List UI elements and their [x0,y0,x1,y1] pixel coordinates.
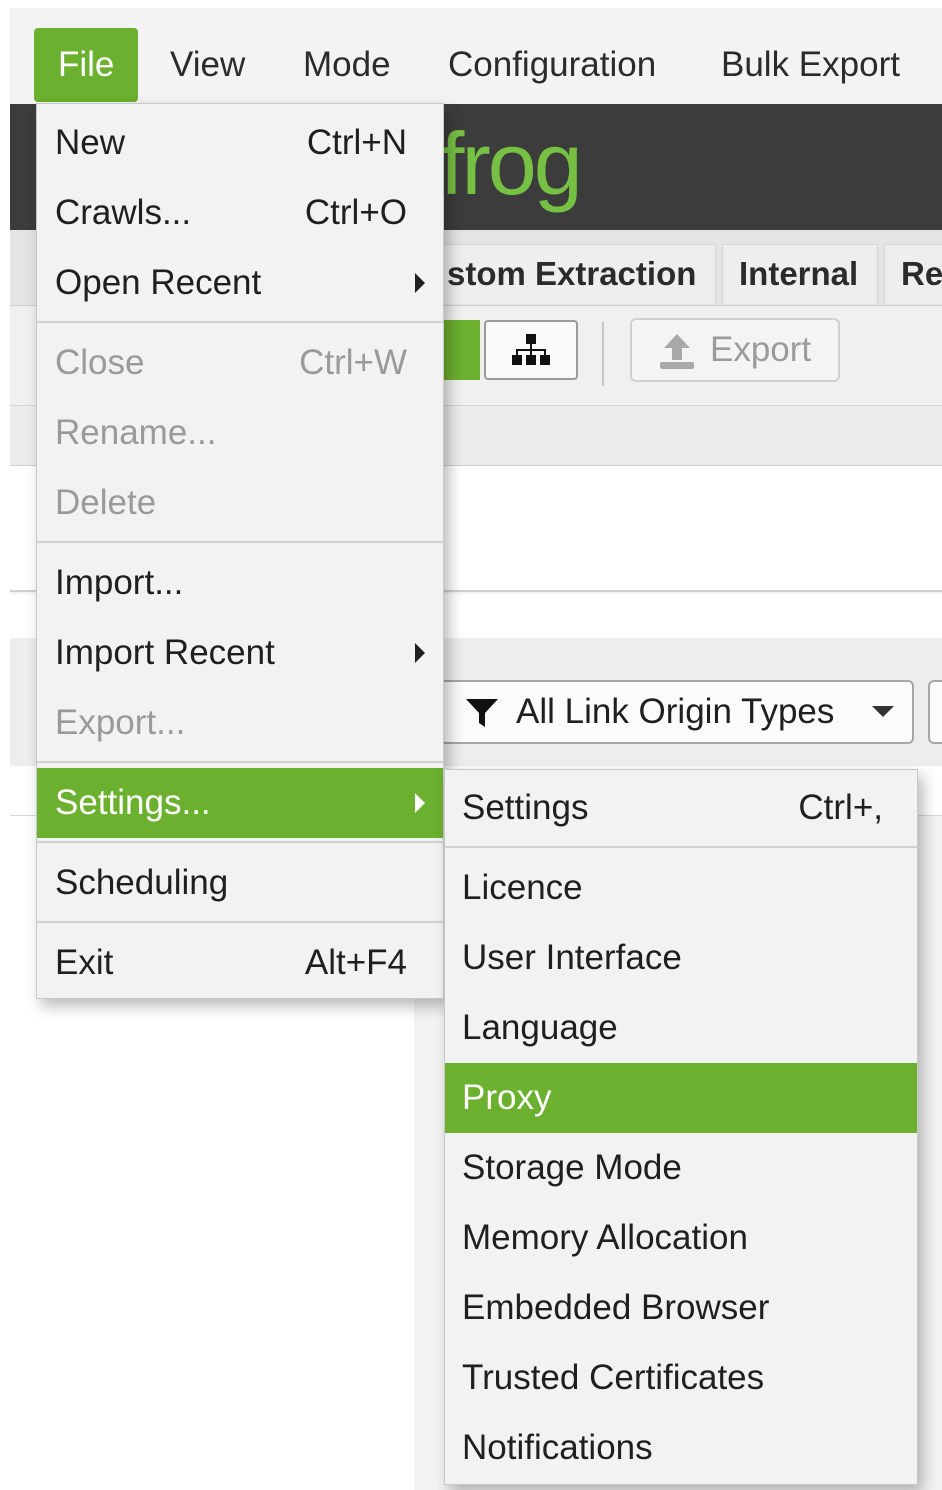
settings-submenu: Settings Ctrl+, Licence User Interface L… [444,769,918,1485]
menu-item-label: Scheduling [55,863,229,902]
settings-menu-memory-allocation[interactable]: Memory Allocation [445,1203,917,1273]
app-logo: frog [440,114,583,213]
settings-menu-embedded-browser[interactable]: Embedded Browser [445,1273,917,1343]
menu-item-label: Trusted Certificates [462,1358,765,1397]
submenu-arrow-icon [415,273,425,293]
tab-custom-extraction[interactable]: stom Extraction [430,244,716,304]
menu-item-label: Export... [55,703,186,742]
file-menu-new[interactable]: New Ctrl+N [37,108,443,178]
menu-item-label: Language [462,1008,618,1047]
tab-response-codes[interactable]: Re [884,244,942,304]
settings-menu-language[interactable]: Language [445,993,917,1063]
menu-separator [37,321,443,323]
filter-icon [466,699,498,727]
file-menu-crawls[interactable]: Crawls... Ctrl+O [37,178,443,248]
menu-item-label: Settings [462,788,589,827]
menu-separator [37,761,443,763]
menu-item-shortcut: Ctrl+N [306,123,407,162]
settings-menu-proxy[interactable]: Proxy [445,1063,917,1133]
menu-item-label: Import... [55,563,184,602]
link-origin-dropdown[interactable]: All Link Origin Types [440,680,914,744]
export-label: Export [710,330,812,369]
list-view-button[interactable] [440,320,480,380]
menu-item-label: Proxy [462,1078,552,1117]
menu-file[interactable]: File [34,28,139,102]
submenu-arrow-icon [415,793,425,813]
settings-menu-storage-mode[interactable]: Storage Mode [445,1133,917,1203]
menu-separator [445,846,917,848]
file-menu-exit[interactable]: Exit Alt+F4 [37,928,443,998]
menu-item-shortcut: Ctrl+W [299,343,407,382]
file-menu-scheduling[interactable]: Scheduling [37,848,443,918]
menu-bulk-export[interactable]: Bulk Export [697,28,924,102]
settings-menu-user-interface[interactable]: User Interface [445,923,917,993]
file-menu-rename: Rename... [37,398,443,468]
menu-item-label: Import Recent [55,633,275,672]
tree-view-button[interactable] [484,320,578,380]
menu-mode[interactable]: Mode [279,28,415,102]
file-menu-import[interactable]: Import... [37,548,443,618]
secondary-dropdown[interactable] [928,680,942,744]
file-menu-close: Close Ctrl+W [37,328,443,398]
menu-item-label: Exit [55,943,114,982]
file-menu: New Ctrl+N Crawls... Ctrl+O Open Recent … [36,103,444,999]
menu-bar: File View Mode Configuration Bulk Export [10,8,942,104]
menu-item-label: User Interface [462,938,682,977]
settings-menu-settings[interactable]: Settings Ctrl+, [445,773,917,843]
settings-menu-trusted-certificates[interactable]: Trusted Certificates [445,1343,917,1413]
file-menu-open-recent[interactable]: Open Recent [37,248,443,318]
menu-view[interactable]: View [146,28,269,102]
menu-item-label: Delete [55,483,157,522]
upload-icon [660,334,694,369]
menu-item-label: Open Recent [55,263,262,302]
submenu-arrow-icon [415,643,425,663]
file-menu-export: Export... [37,688,443,758]
file-menu-delete: Delete [37,468,443,538]
link-origin-label: All Link Origin Types [516,692,835,731]
menu-separator [37,921,443,923]
file-menu-settings[interactable]: Settings... [37,768,443,838]
settings-menu-licence[interactable]: Licence [445,853,917,923]
menu-item-label: Rename... [55,413,217,452]
export-button[interactable]: Export [630,318,840,382]
tab-internal[interactable]: Internal [722,244,878,304]
menu-item-shortcut: Ctrl+, [798,788,883,827]
menu-separator [37,541,443,543]
menu-item-label: Notifications [462,1428,653,1467]
menu-configuration[interactable]: Configuration [424,28,680,102]
menu-item-label: Licence [462,868,583,907]
menu-item-label: Close [55,343,145,382]
settings-menu-notifications[interactable]: Notifications [445,1413,917,1483]
sitemap-icon [512,334,550,365]
menu-item-label: Memory Allocation [462,1218,748,1257]
menu-item-label: Storage Mode [462,1148,682,1187]
menu-item-label: New [55,123,126,162]
file-menu-import-recent[interactable]: Import Recent [37,618,443,688]
chevron-down-icon [872,706,894,717]
menu-item-label: Embedded Browser [462,1288,770,1327]
toolbar-divider [602,322,604,386]
menu-item-label: Settings... [55,783,211,822]
menu-item-shortcut: Ctrl+O [304,193,407,232]
menu-item-label: Crawls... [55,193,192,232]
menu-separator [37,841,443,843]
menu-item-shortcut: Alt+F4 [304,943,407,982]
